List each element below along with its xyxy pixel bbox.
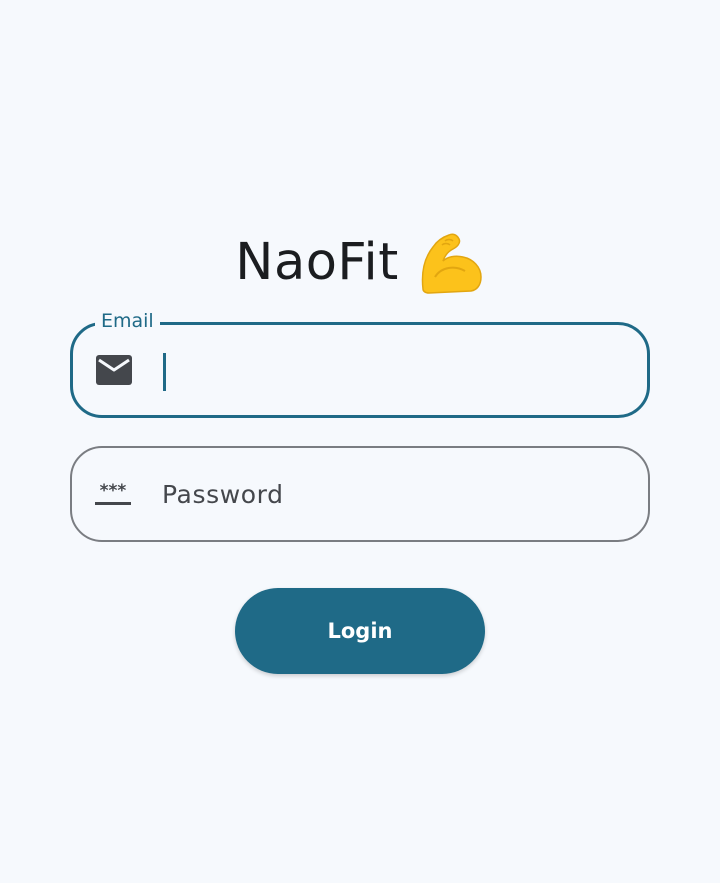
svg-text:***: *** [100,481,127,501]
text-cursor [163,353,166,391]
mail-icon [95,354,133,386]
password-field[interactable]: *** Password [70,446,650,542]
password-icon: *** [94,478,132,510]
email-label: Email [95,310,160,332]
login-screen: NaoFit Email *** Password Login [0,0,720,883]
app-title: NaoFit [235,232,399,292]
login-button[interactable]: Login [235,588,485,674]
flexed-biceps-icon [415,227,485,297]
title-row: NaoFit [0,222,720,302]
email-field[interactable]: Email [70,310,650,418]
password-placeholder: Password [162,479,284,509]
